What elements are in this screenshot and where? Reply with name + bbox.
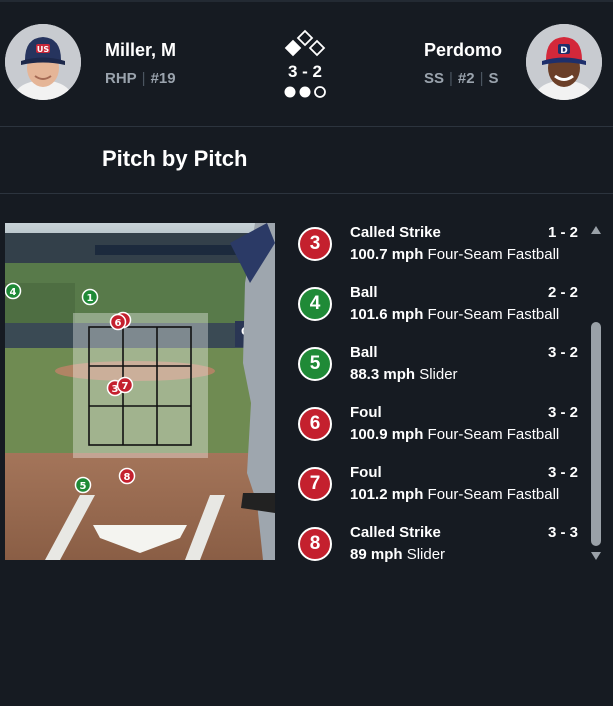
- pitch-result: Called Strike: [350, 524, 441, 541]
- pitch-type: Slider: [406, 546, 446, 563]
- pitcher-hand: RHP: [105, 70, 137, 87]
- svg-text:D: D: [560, 46, 567, 56]
- header-divider: [0, 126, 613, 127]
- pitcher-meta: RHP | #19: [105, 70, 176, 87]
- pitch-count: 2 - 2: [547, 284, 578, 301]
- pitch-result: Ball: [350, 284, 378, 301]
- pitch-count: 3 - 2: [547, 404, 578, 421]
- pitch-marker-6-label: 6: [115, 318, 122, 329]
- second-base-icon: [296, 29, 314, 47]
- pitch-speed: 89 mph: [350, 546, 403, 563]
- scroll-thumb[interactable]: [591, 322, 601, 546]
- pitch-type: Slider: [419, 366, 458, 383]
- pitch-speed: 100.7 mph: [350, 246, 424, 263]
- pitch-marker-7-label: 7: [122, 381, 129, 392]
- pitch-count: 3 - 2: [547, 344, 578, 361]
- batter-avatar[interactable]: D: [526, 24, 602, 100]
- matchup-header: US Miller, M RHP | #19 3 - 2 Perdomo SS | #2…: [0, 0, 613, 126]
- tabs-divider: [0, 193, 613, 194]
- scroll-up-icon[interactable]: [591, 226, 601, 234]
- pitch-number-badge: 6: [298, 407, 332, 441]
- batter-bats: S: [488, 70, 499, 87]
- pitch-marker-8-label: 8: [124, 472, 131, 483]
- pitch-number-badge: 3: [298, 227, 332, 261]
- pitch-row[interactable]: 3 Called Strike 1 - 2 100.7 mph Four-Sea…: [290, 216, 588, 276]
- pitch-result: Foul: [350, 404, 382, 421]
- pitch-row[interactable]: 6 Foul 3 - 2 100.9 mph Four-Seam Fastbal…: [290, 396, 588, 456]
- pitch-detail: 101.2 mph Four-Seam Fastball: [350, 486, 559, 503]
- batter-meta: SS | #2 | S: [424, 70, 499, 87]
- separator: |: [449, 70, 453, 87]
- pitch-number-badge: 7: [298, 467, 332, 501]
- first-base-icon: [308, 39, 326, 57]
- pitch-type: Four-Seam Fastball: [427, 306, 560, 323]
- separator: |: [479, 70, 484, 87]
- pitch-count: 1 - 2: [547, 224, 578, 241]
- separator: |: [141, 70, 146, 87]
- pitch-row[interactable]: 8 Called Strike 3 - 3 89 mph Slider: [290, 516, 588, 576]
- bases-diamond-icon: [284, 29, 326, 57]
- pitch-count: 3 - 3: [547, 524, 578, 541]
- pitch-number-badge: 5: [298, 347, 332, 381]
- pitcher-number: #19: [150, 70, 176, 87]
- pitch-type: Four-Seam Fastball: [427, 426, 560, 443]
- pitch-detail: 88.3 mph Slider: [350, 366, 458, 383]
- pitch-list-scrollbar[interactable]: [588, 224, 604, 564]
- outs-indicator-icon: [284, 86, 326, 98]
- pitcher-headshot-image: US: [5, 24, 81, 100]
- pitch-type: Four-Seam Fastball: [427, 246, 560, 263]
- pitcher-name[interactable]: Miller, M: [105, 40, 176, 61]
- tab-pitch-by-pitch[interactable]: Pitch by Pitch: [102, 146, 247, 172]
- pitch-row[interactable]: 7 Foul 3 - 2 101.2 mph Four-Seam Fastbal…: [290, 456, 588, 516]
- pitch-count: 3 - 2: [547, 464, 578, 481]
- game-situation: 3 - 2: [272, 28, 338, 100]
- pitch-result: Foul: [350, 464, 382, 481]
- tab-bar: Video Pitch by Pitch: [0, 146, 613, 394]
- zone-overlay: [73, 313, 208, 458]
- pitch-video-player[interactable]: OW 1 4 6 3: [5, 223, 275, 560]
- pitch-detail: 100.7 mph Four-Seam Fastball: [350, 246, 559, 263]
- pitch-detail: 89 mph Slider: [350, 546, 445, 563]
- batter-name[interactable]: Perdomo: [424, 40, 502, 61]
- batter-number: #2: [457, 70, 475, 87]
- pitch-speed: 88.3 mph: [350, 366, 416, 383]
- pitch-number-badge: 8: [298, 527, 332, 561]
- pitch-list: 3 Called Strike 1 - 2 100.7 mph Four-Sea…: [290, 216, 588, 570]
- pitch-speed: 101.2 mph: [350, 486, 424, 503]
- pitch-row[interactable]: 5 Ball 3 - 2 88.3 mph Slider: [290, 336, 588, 396]
- batter-position: SS: [424, 70, 445, 87]
- pitch-detail: 101.6 mph Four-Seam Fastball: [350, 306, 559, 323]
- svg-text:US: US: [37, 45, 49, 54]
- ball-strike-count: 3 - 2: [287, 62, 323, 81]
- pitch-marker-4-label: 4: [10, 287, 17, 298]
- pitch-speed: 100.9 mph: [350, 426, 424, 443]
- pitcher-avatar[interactable]: US: [5, 24, 81, 100]
- pitch-row[interactable]: 4 Ball 2 - 2 101.6 mph Four-Seam Fastbal…: [290, 276, 588, 336]
- third-base-icon: [284, 39, 302, 57]
- pitch-speed: 101.6 mph: [350, 306, 424, 323]
- pitch-result: Ball: [350, 344, 378, 361]
- video-frame: OW 1 4 6 3: [5, 223, 275, 560]
- pitch-type: Four-Seam Fastball: [427, 486, 560, 503]
- pitch-marker-5-label: 5: [80, 481, 87, 492]
- pitch-number-badge: 4: [298, 287, 332, 321]
- pitch-result: Called Strike: [350, 224, 441, 241]
- pitch-detail: 100.9 mph Four-Seam Fastball: [350, 426, 559, 443]
- batter-headshot-image: D: [526, 24, 602, 100]
- scroll-down-icon[interactable]: [591, 552, 601, 560]
- pitch-marker-1-label: 1: [87, 293, 94, 304]
